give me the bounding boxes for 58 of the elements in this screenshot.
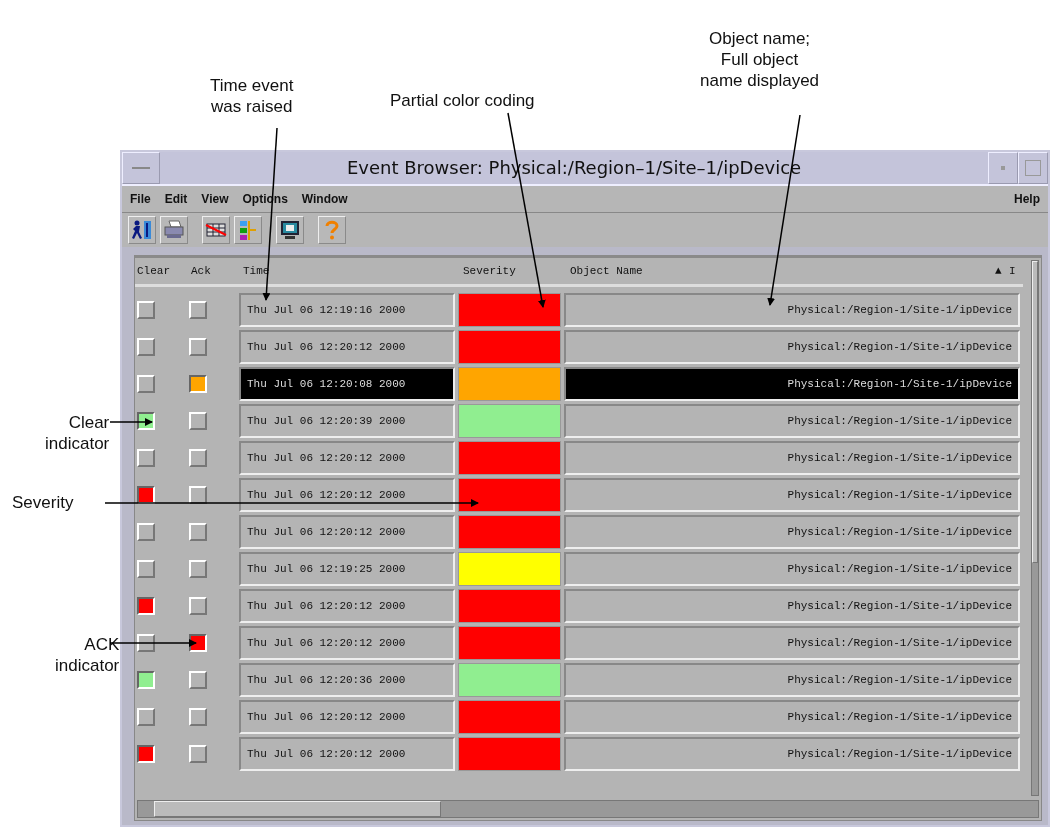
running-figure-icon xyxy=(131,219,153,241)
object-name-cell: Physical:/Region-1/Site-1/ipDevice xyxy=(564,737,1020,771)
time-cell: Thu Jul 06 12:20:08 2000 xyxy=(239,367,455,401)
column-header[interactable]: Object Name xyxy=(566,265,995,277)
monitor-icon xyxy=(279,219,301,241)
time-cell: Thu Jul 06 12:20:12 2000 xyxy=(239,478,455,512)
vertical-scrollbar[interactable] xyxy=(1031,260,1039,796)
callout-label: Partial color coding xyxy=(390,90,535,111)
square-icon xyxy=(1025,160,1041,176)
object-name-cell: Physical:/Region-1/Site-1/ipDevice xyxy=(564,626,1020,660)
callout-label: Object name; Full object name displayed xyxy=(700,28,820,91)
time-cell: Thu Jul 06 12:20:12 2000 xyxy=(239,589,455,623)
object-name-cell: Physical:/Region-1/Site-1/ipDevice xyxy=(564,589,1020,623)
time-cell: Thu Jul 06 12:19:25 2000 xyxy=(239,552,455,586)
time-cell: Thu Jul 06 12:20:12 2000 xyxy=(239,626,455,660)
object-name-cell: Physical:/Region-1/Site-1/ipDevice xyxy=(564,293,1020,327)
object-name-cell: Physical:/Region-1/Site-1/ipDevice xyxy=(564,663,1020,697)
colored-blocks-icon xyxy=(237,219,259,241)
callout-label: Severity xyxy=(12,492,74,513)
object-name-cell: Physical:/Region-1/Site-1/ipDevice xyxy=(564,478,1020,512)
time-cell: Thu Jul 06 12:20:12 2000 xyxy=(239,737,455,771)
time-cell: Thu Jul 06 12:20:39 2000 xyxy=(239,404,455,438)
time-cell: Thu Jul 06 12:20:36 2000 xyxy=(239,663,455,697)
object-name-cell: Physical:/Region-1/Site-1/ipDevice xyxy=(564,367,1020,401)
time-cell: Thu Jul 06 12:19:16 2000 xyxy=(239,293,455,327)
object-name-cell: Physical:/Region-1/Site-1/ipDevice xyxy=(564,330,1020,364)
maximize-button[interactable] xyxy=(1018,152,1048,184)
callout-label: Time event was raised xyxy=(210,75,294,117)
object-name-cell: Physical:/Region-1/Site-1/ipDevice xyxy=(564,552,1020,586)
menu-item[interactable]: Window xyxy=(301,192,348,206)
callout-label: ACK indicator xyxy=(55,634,120,676)
leader-arrow xyxy=(109,418,153,426)
callout-label: Clear indicator xyxy=(45,412,110,454)
menu-item[interactable]: View xyxy=(201,192,229,206)
toolbar-button[interactable] xyxy=(276,216,304,244)
object-name-cell: Physical:/Region-1/Site-1/ipDevice xyxy=(564,700,1020,734)
time-cell: Thu Jul 06 12:20:12 2000 xyxy=(239,515,455,549)
object-name-cell: Physical:/Region-1/Site-1/ipDevice xyxy=(564,441,1020,475)
dash-icon xyxy=(132,166,150,170)
window-menu-button[interactable] xyxy=(122,152,160,184)
time-cell: Thu Jul 06 12:20:12 2000 xyxy=(239,700,455,734)
help-menu[interactable]: Help xyxy=(1014,192,1040,206)
object-name-cell: Physical:/Region-1/Site-1/ipDevice xyxy=(564,404,1020,438)
column-header[interactable]: I xyxy=(1009,265,1019,277)
minimize-button[interactable] xyxy=(988,152,1018,184)
printer-icon xyxy=(163,219,185,241)
horizontal-scrollbar[interactable] xyxy=(137,800,1039,818)
object-name-cell: Physical:/Region-1/Site-1/ipDevice xyxy=(564,515,1020,549)
column-header[interactable]: Severity xyxy=(461,265,566,277)
menu-item[interactable]: Edit xyxy=(164,192,188,206)
sort-indicator[interactable]: ▲ xyxy=(995,265,1009,277)
time-cell: Thu Jul 06 12:20:12 2000 xyxy=(239,441,455,475)
time-cell: Thu Jul 06 12:20:12 2000 xyxy=(239,330,455,364)
toolbar-button[interactable] xyxy=(128,216,156,244)
toolbar-button[interactable] xyxy=(202,216,230,244)
menu-item[interactable]: File xyxy=(130,192,151,206)
column-header[interactable]: Clear xyxy=(135,265,189,277)
column-header[interactable]: Ack xyxy=(189,265,241,277)
